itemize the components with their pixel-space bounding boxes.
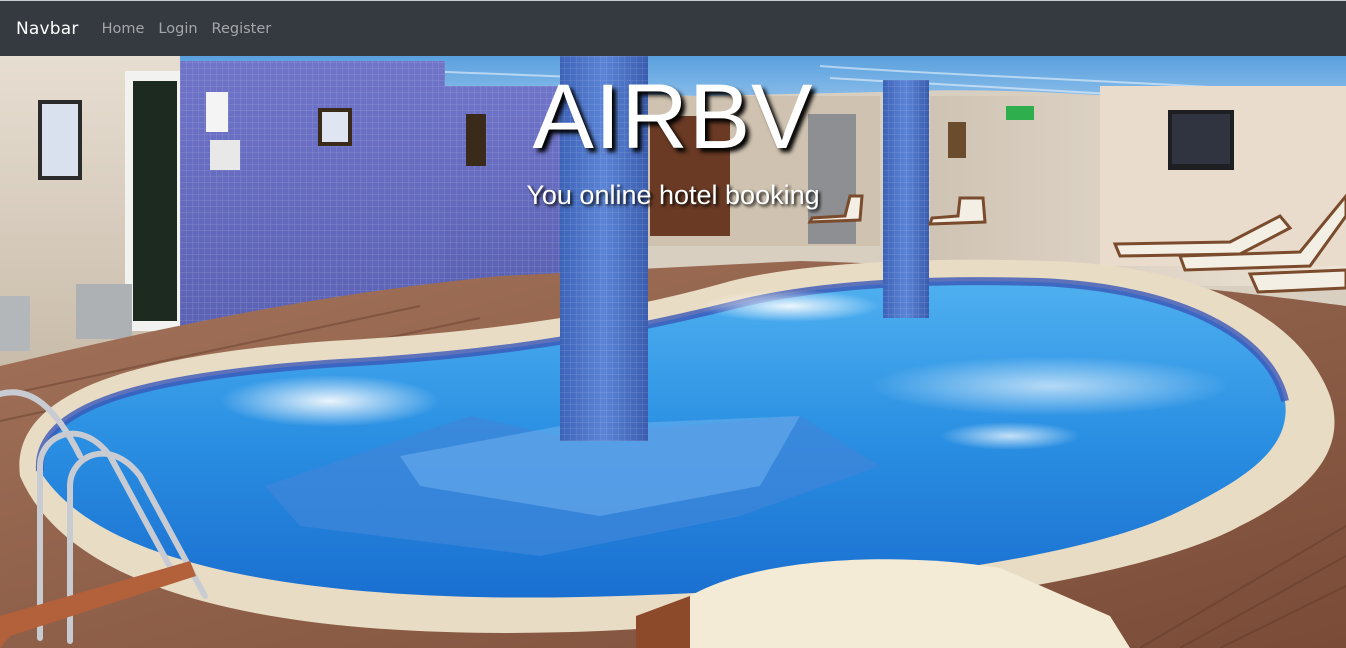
- nav-link-home[interactable]: Home: [102, 21, 145, 37]
- nav-link-login[interactable]: Login: [158, 21, 197, 37]
- hero-title: AIRBV: [532, 66, 814, 168]
- nav-link-register[interactable]: Register: [212, 21, 272, 37]
- navbar-brand[interactable]: Navbar: [16, 19, 79, 39]
- hero-section: AIRBV You online hotel booking: [0, 56, 1346, 648]
- hero-subtitle: You online hotel booking: [526, 180, 820, 210]
- navbar: Navbar Home Login Register: [0, 1, 1346, 56]
